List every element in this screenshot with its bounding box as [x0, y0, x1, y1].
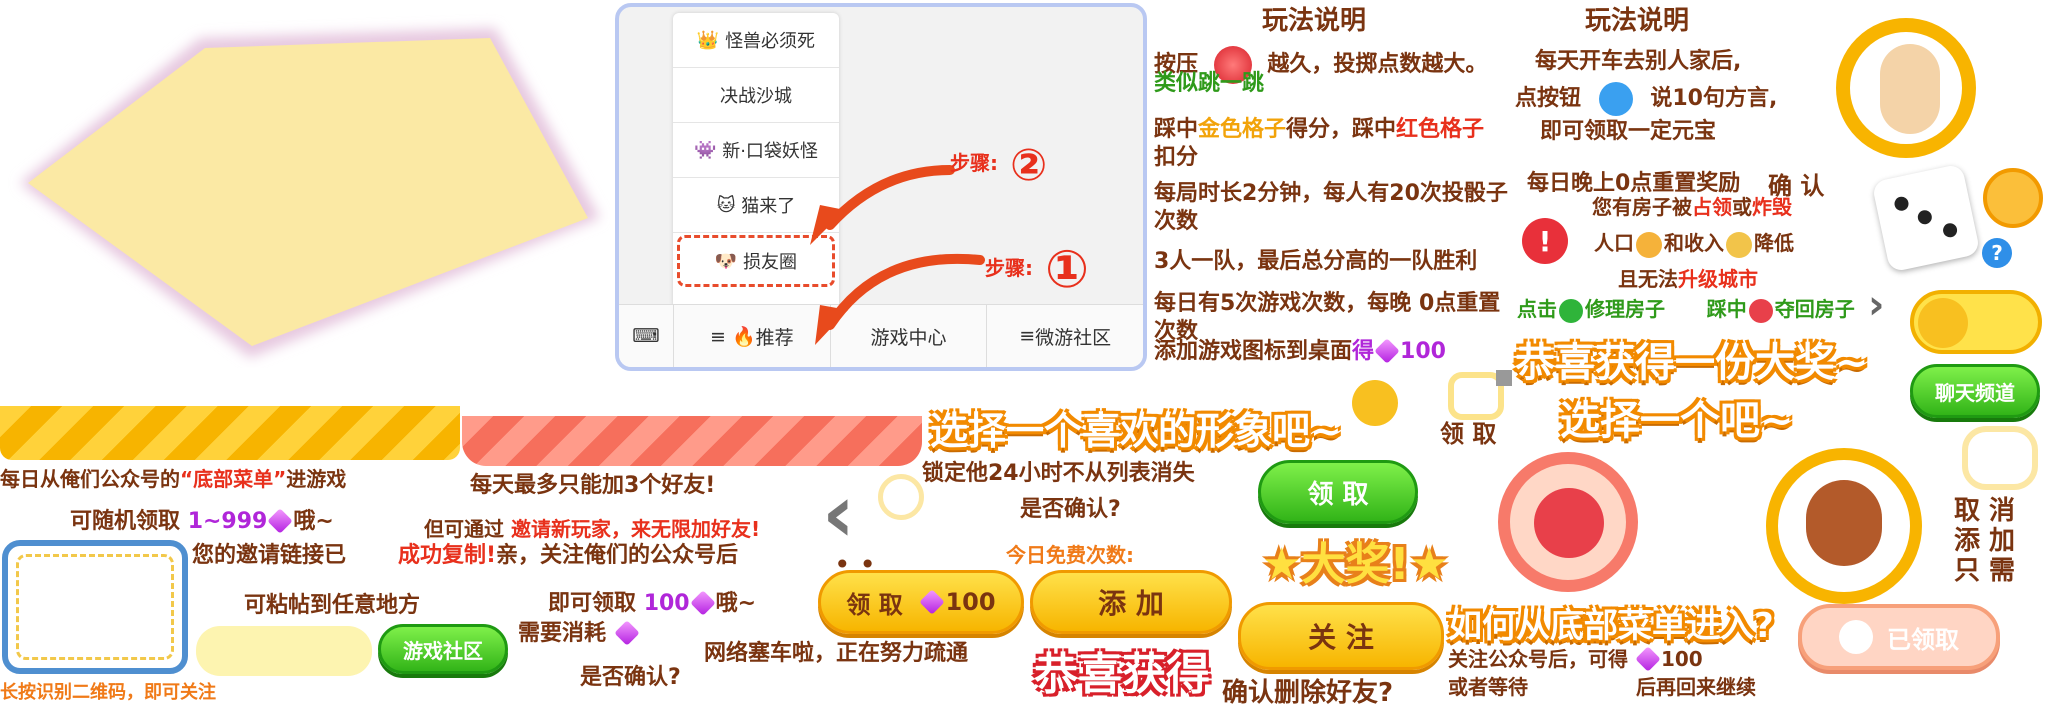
congrats-banner: 恭喜获得	[1034, 649, 1210, 700]
menu-item-label: 决战沙城	[720, 86, 792, 107]
need-cost-text: 需要消耗	[518, 620, 640, 648]
warning-icon: !	[1522, 218, 1568, 264]
keyboard-icon[interactable]: ⌨	[619, 305, 673, 367]
delete-friend-text: 确认删除好友?	[1222, 678, 1394, 708]
wrench-icon	[1559, 298, 1583, 323]
choose-avatar-banner: 选择一个喜欢的形象吧~	[930, 409, 1342, 453]
house-icon	[1748, 298, 1773, 323]
rules-left-line3: 踩中金色格子得分，踩中红色格子 扣分	[1154, 117, 1485, 170]
chat-bubble-icon	[1598, 82, 1633, 116]
claim-label-right: 领 取	[1440, 420, 1497, 448]
claim-100-button[interactable]: 领 取 100	[818, 570, 1024, 634]
menu-item-sandcity[interactable]: 决战沙城	[673, 68, 839, 123]
claimed-button: 已领取	[1798, 604, 2000, 670]
come-back-text: 后再回来继续	[1636, 675, 1756, 699]
qr-code-frame	[2, 540, 188, 674]
rules-right-line2: 点按钮 说10句方言,	[1515, 82, 1777, 116]
follow-button[interactable]: 关 注	[1238, 602, 1444, 670]
confirm-question: 是否确认?	[1020, 497, 1121, 522]
invite-copied-text-2: 成功复制!亲，关注俺们的公众号后	[398, 543, 739, 568]
menu-item-monster[interactable]: 👑 怪兽必须死	[673, 13, 839, 68]
get-100-text: 即可领取 100 哦~	[548, 590, 757, 616]
gem-icon	[1374, 338, 1400, 364]
gem-icon	[267, 508, 294, 534]
choose-one-banner: 选择一个吧~	[1560, 398, 1794, 444]
menu-item-label: 怪兽必须死	[725, 31, 816, 52]
red-stripe-bar	[462, 416, 922, 466]
pentagon-shape	[20, 28, 600, 358]
rules-right-line5: 您有房子被占领或炸毁	[1592, 195, 1792, 219]
paste-anywhere-text: 可粘帖到任意地方	[244, 593, 421, 618]
how-enter-banner: 如何从底部菜单进入?	[1448, 606, 1774, 646]
follow-after-text: 关注公众号后，可得 100	[1448, 646, 1703, 672]
big-prize-banner: 恭喜获得一份大奖~	[1515, 340, 1869, 386]
input-box[interactable]	[196, 626, 372, 676]
rules-left-line7: 添加游戏图标到桌面得 100	[1154, 338, 1446, 364]
cow-avatar-small	[1983, 168, 2043, 228]
yellow-stripe-bar	[0, 406, 460, 460]
step1-label: 步骤:	[985, 256, 1033, 280]
rules-left-line5: 3人一队，最后总分高的一队胜利	[1154, 249, 1478, 274]
step2-label: 步骤:	[950, 151, 998, 175]
gem-icon	[689, 590, 716, 616]
bubble-right	[1962, 426, 2038, 490]
rules-right-line7: 且无法升级城市	[1618, 267, 1758, 291]
game-community-button[interactable]: 游戏社区	[378, 624, 508, 674]
rules-left-title: 玩法说明	[1262, 6, 1367, 36]
tab-label: 微游社区	[1035, 326, 1112, 349]
invite-unlimited-text: 但可通过 邀请新玩家，来无限加好友!	[424, 517, 761, 541]
cow-avatar	[1766, 448, 1922, 604]
sun-icon	[1352, 380, 1398, 426]
gem-icon	[919, 589, 946, 615]
daily-menu-text: 每日从俺们公众号的“底部菜单”进游戏	[0, 467, 347, 491]
rules-right-line3: 即可领取一定元宝	[1540, 119, 1717, 144]
or-wait-text: 或者等待	[1448, 675, 1528, 699]
step2-number: ②	[1010, 140, 1048, 191]
rules-right-title: 玩法说明	[1585, 6, 1690, 36]
back-chevron-icon[interactable]: ‹	[822, 474, 855, 554]
dice-icon	[1871, 163, 1981, 273]
lock-24h-text: 锁定他24小时不从列表消失	[922, 461, 1195, 486]
step1-number: ①	[1045, 240, 1090, 300]
step-arrows	[810, 165, 985, 345]
gem-icon	[613, 620, 640, 646]
add-button[interactable]: 添 加	[1030, 570, 1232, 634]
population-icon	[1636, 231, 1662, 258]
claim-button[interactable]: 领 取	[1258, 460, 1418, 524]
coin-icon	[1726, 231, 1752, 258]
menu-item-label: 猫来了	[741, 196, 796, 217]
toggle-switch[interactable]	[1910, 290, 2042, 354]
cancel-add-text: 取 消 添 加 只 需	[1954, 496, 2016, 586]
free-times-text: 今日免费次数:	[1006, 543, 1134, 567]
prize-banner: ★大奖!★	[1262, 539, 1449, 590]
angry-face-avatar	[1498, 452, 1638, 592]
square-dot	[1496, 370, 1512, 386]
chat-channel-button[interactable]: 聊天频道	[1910, 364, 2040, 418]
gem-icon	[1635, 646, 1661, 672]
menu-item-label: 损友圈	[743, 252, 798, 273]
rules-right-line8: 点击 修理房子 踩中 夺回房子	[1517, 297, 1855, 323]
rules-right-line1: 每天开车去别人家后,	[1535, 49, 1742, 74]
random-claim-text: 可随机领取 1~999 哦~	[70, 508, 334, 534]
long-press-text: 长按识别二维码，即可关注	[0, 682, 216, 703]
chevron-right-icon[interactable]: ›	[1868, 282, 1884, 328]
rules-left-line2: 类似跳一跳	[1154, 71, 1265, 96]
rules-right-line6: 人口 和收入 降低	[1594, 230, 1794, 258]
cow-icon	[1839, 620, 1873, 654]
bubble-small	[878, 474, 924, 520]
max-friends-text: 每天最多只能加3个好友!	[470, 473, 716, 498]
network-busy-text: 网络塞车啦，正在努力疏通	[704, 641, 969, 666]
confirm-question-2: 是否确认?	[580, 665, 681, 690]
crying-bunny-avatar	[1836, 18, 1976, 158]
help-icon[interactable]: ?	[1982, 238, 2012, 268]
invite-copied-text: 您的邀请链接已	[192, 543, 347, 568]
tab-label: 推荐	[755, 326, 794, 349]
rules-left-line4: 每局时长2分钟，每人有20次投骰子次数	[1154, 181, 1508, 234]
